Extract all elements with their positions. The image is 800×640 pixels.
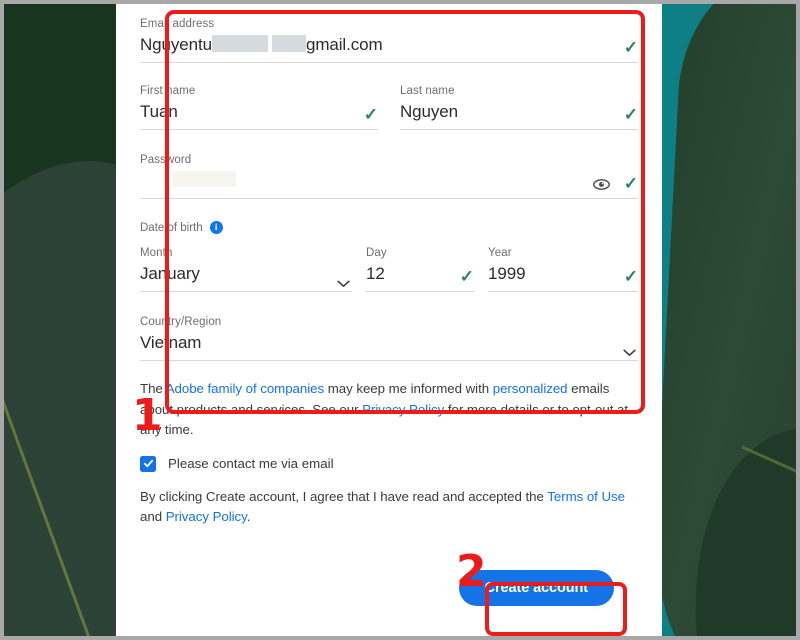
email-value-suffix: gmail.com (305, 35, 383, 54)
create-account-row: Create account (140, 569, 638, 606)
background-left-leaf (4, 4, 116, 636)
first-name-check-icon: ✓ (363, 105, 378, 124)
background-right-leaf (658, 4, 796, 636)
privacy-policy-link-2[interactable]: Privacy Policy (166, 509, 247, 524)
first-name-value: Tuan (140, 102, 178, 121)
email-label: Email address (140, 18, 215, 30)
password-redaction (172, 171, 236, 187)
last-name-value: Nguyen (400, 102, 458, 121)
year-col: Year 1999 ✓ (488, 247, 638, 292)
email-redaction-2 (271, 35, 306, 52)
marketing-text-2: may keep me informed with (324, 381, 493, 396)
password-label: Password (140, 154, 192, 166)
email-value-prefix: Nguyentu (140, 35, 212, 54)
month-label: Month (140, 247, 173, 259)
email-redaction-1 (211, 35, 268, 52)
year-check-icon: ✓ (623, 267, 638, 286)
month-value: January (140, 264, 200, 283)
country-select[interactable]: Country/Region Vietnam (140, 316, 638, 361)
info-icon[interactable]: i (209, 221, 223, 234)
last-name-check-icon: ✓ (623, 105, 638, 124)
privacy-policy-link-1[interactable]: Privacy Policy (362, 402, 444, 417)
browser-screen: Email address Nguyentu gmail.com ✓ First … (0, 0, 800, 640)
day-check-icon: ✓ (459, 267, 474, 286)
day-label: Day (366, 247, 387, 259)
email-field[interactable]: Email address Nguyentu gmail.com ✓ (140, 18, 638, 63)
contact-consent-row[interactable]: Please contact me via email (140, 455, 638, 472)
year-label: Year (488, 247, 512, 259)
date-of-birth-header: Date of birth i (140, 221, 638, 234)
contact-consent-checkbox[interactable] (140, 455, 156, 472)
marketing-consent-text: The Adobe family of companies may keep m… (140, 379, 638, 441)
year-field[interactable]: Year 1999 ✓ (488, 247, 638, 292)
terms-of-use-link[interactable]: Terms of Use (547, 489, 625, 504)
day-field[interactable]: Day 12 ✓ (366, 247, 474, 292)
email-value: Nguyentu gmail.com (140, 33, 638, 57)
eye-icon[interactable] (593, 178, 610, 191)
contact-consent-label: Please contact me via email (168, 456, 334, 471)
terms-text-1: By clicking Create account, I agree that… (140, 488, 548, 504)
last-name-col: Last name Nguyen ✓ (400, 85, 638, 130)
first-name-col: First name Tuan ✓ (140, 85, 378, 130)
last-name-label: Last name (400, 85, 455, 97)
create-account-button[interactable]: Create account (458, 569, 614, 606)
password-field[interactable]: Password ✓ (140, 154, 638, 199)
last-name-field[interactable]: Last name Nguyen ✓ (400, 85, 638, 130)
year-value: 1999 (488, 264, 526, 283)
signup-form: Email address Nguyentu gmail.com ✓ First … (140, 4, 638, 606)
date-of-birth-label: Date of birth (140, 221, 203, 234)
month-select[interactable]: Month January (140, 247, 352, 292)
country-label: Country/Region (140, 316, 222, 328)
first-name-label: First name (140, 85, 196, 97)
adobe-family-link[interactable]: Adobe family of companies (166, 381, 324, 396)
country-value: Vietnam (140, 333, 202, 352)
email-check-icon: ✓ (623, 38, 638, 57)
terms-text-2: and (140, 509, 166, 524)
password-check-icon: ✓ (623, 174, 638, 193)
marketing-text-1: The (140, 381, 166, 396)
day-value: 12 (366, 264, 385, 283)
chevron-down-icon[interactable] (623, 344, 636, 357)
day-col: Day 12 ✓ (366, 247, 474, 292)
terms-text: By clicking Create account, I agree that… (140, 487, 638, 528)
month-col: Month January (140, 247, 352, 292)
password-value (140, 169, 638, 193)
first-name-field[interactable]: First name Tuan ✓ (140, 85, 378, 130)
name-row: First name Tuan ✓ Last name Nguyen ✓ (140, 85, 638, 130)
chevron-down-icon[interactable] (337, 275, 350, 288)
date-of-birth-row: Month January Day 12 ✓ Year 1999 ✓ (140, 247, 638, 292)
personalized-link[interactable]: personalized (493, 381, 568, 396)
signup-card: Email address Nguyentu gmail.com ✓ First … (116, 4, 662, 636)
terms-text-3: . (246, 509, 251, 524)
